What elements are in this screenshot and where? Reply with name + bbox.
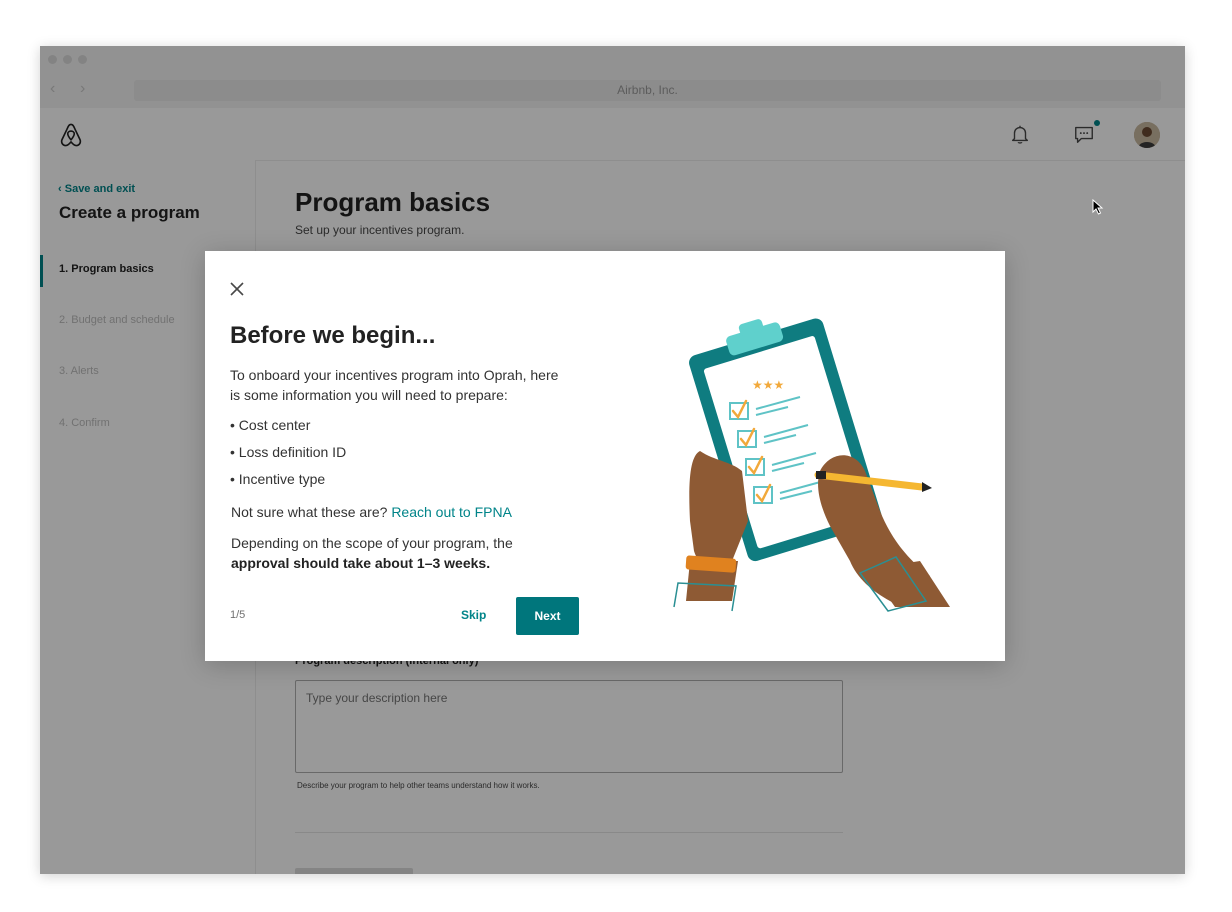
list-item: • Cost center [230, 417, 311, 433]
approval-note-bold: approval should take about 1–3 weeks. [231, 555, 491, 571]
modal-intro: To onboard your incentives program into … [230, 367, 559, 403]
modal-title: Before we begin... [230, 322, 436, 349]
svg-text:★★★: ★★★ [752, 378, 784, 392]
list-item: • Loss definition ID [230, 444, 347, 460]
not-sure-label: Not sure what these are? [231, 504, 388, 520]
skip-button[interactable]: Skip [461, 608, 486, 622]
approval-note-text: Depending on the scope of your program, … [231, 535, 513, 551]
step-counter: 1/5 [230, 609, 246, 621]
reach-out-link[interactable]: Reach out to FPNA [391, 504, 512, 520]
cursor-icon [1092, 198, 1104, 220]
not-sure-text: Not sure what these are? Reach out to FP… [231, 504, 512, 520]
list-item: • Incentive type [230, 471, 326, 487]
approval-note: Depending on the scope of your program, … [231, 533, 561, 573]
onboarding-modal: Before we begin... To onboard your incen… [205, 251, 1005, 661]
next-button[interactable]: Next [516, 597, 579, 635]
clipboard-illustration: ★★★ [660, 311, 960, 626]
close-icon[interactable] [229, 281, 245, 302]
